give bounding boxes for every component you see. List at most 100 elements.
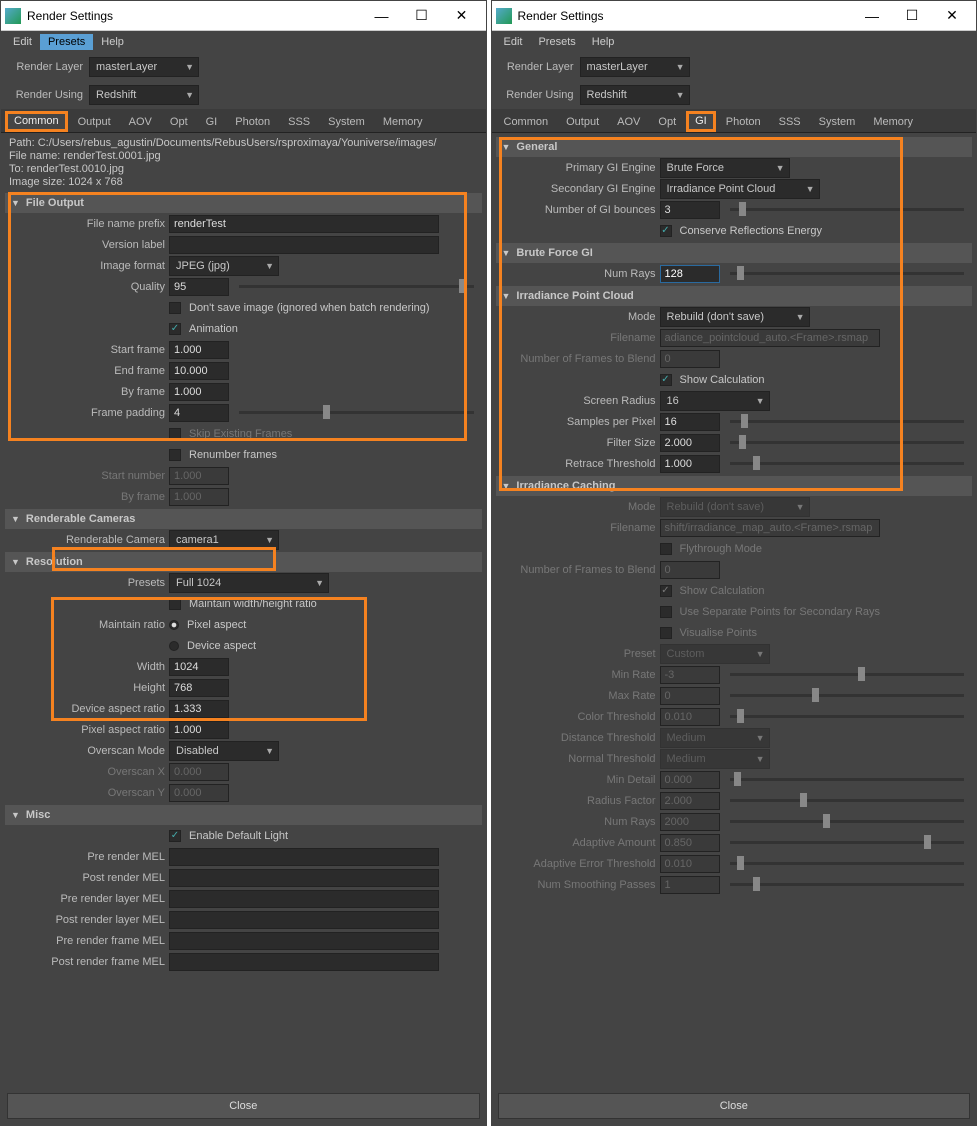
quality-slider[interactable] <box>239 285 474 288</box>
section-file-output[interactable]: ▼File Output <box>5 193 482 213</box>
maintain-ratio-checkbox[interactable] <box>169 598 181 610</box>
menu-help[interactable]: Help <box>584 34 623 50</box>
close-window-button[interactable]: ✕ <box>932 7 972 24</box>
tab-opt[interactable]: Opt <box>162 111 196 132</box>
primary-gi-dropdown[interactable]: Brute Force▼ <box>660 158 790 178</box>
post-render-mel-input[interactable] <box>169 869 439 887</box>
section-misc[interactable]: ▼Misc <box>5 805 482 825</box>
visualise-points-checkbox <box>660 627 672 639</box>
version-label-input[interactable] <box>169 236 439 254</box>
render-using-dropdown[interactable]: Redshift▼ <box>580 85 690 105</box>
num-rays-input[interactable] <box>660 265 720 283</box>
gi-bounces-input[interactable] <box>660 201 720 219</box>
disclosure-icon: ▼ <box>502 291 511 301</box>
tab-sss[interactable]: SSS <box>771 111 809 132</box>
tab-aov[interactable]: AOV <box>121 111 160 132</box>
section-resolution[interactable]: ▼Resolution <box>5 552 482 572</box>
conserve-reflections-checkbox[interactable] <box>660 225 672 237</box>
screen-radius-dropdown[interactable]: 16▼ <box>660 391 770 411</box>
tab-sss[interactable]: SSS <box>280 111 318 132</box>
height-input[interactable] <box>169 679 229 697</box>
pre-layer-mel-input[interactable] <box>169 890 439 908</box>
overscan-mode-dropdown[interactable]: Disabled▼ <box>169 741 279 761</box>
disclosure-icon: ▼ <box>502 142 511 152</box>
end-frame-input[interactable] <box>169 362 229 380</box>
menu-presets[interactable]: Presets <box>530 34 583 50</box>
maya-logo-icon <box>5 8 21 24</box>
dont-save-checkbox[interactable] <box>169 302 181 314</box>
close-button[interactable]: Close <box>7 1093 480 1119</box>
minimize-button[interactable]: — <box>852 8 892 24</box>
num-rays-slider[interactable] <box>730 272 965 275</box>
renumber-checkbox[interactable] <box>169 449 181 461</box>
tab-output[interactable]: Output <box>558 111 607 132</box>
image-format-label: Image format <box>7 260 165 272</box>
menu-presets[interactable]: Presets <box>40 34 93 50</box>
filter-size-input[interactable] <box>660 434 720 452</box>
menu-edit[interactable]: Edit <box>5 34 40 50</box>
tab-output[interactable]: Output <box>70 111 119 132</box>
tab-aov[interactable]: AOV <box>609 111 648 132</box>
tab-memory[interactable]: Memory <box>865 111 921 132</box>
render-layer-dropdown[interactable]: masterLayer▼ <box>89 57 199 77</box>
par-input[interactable] <box>169 721 229 739</box>
section-renderable-cameras[interactable]: ▼Renderable Cameras <box>5 509 482 529</box>
close-button[interactable]: Close <box>498 1093 971 1119</box>
filter-size-slider[interactable] <box>730 441 965 444</box>
resolution-presets-dropdown[interactable]: Full 1024▼ <box>169 573 329 593</box>
device-aspect-radio[interactable] <box>169 641 179 651</box>
filter-size-label: Filter Size <box>498 437 656 449</box>
frame-padding-slider[interactable] <box>239 411 474 414</box>
tab-gi[interactable]: GI <box>686 111 716 132</box>
tab-common[interactable]: Common <box>496 111 557 132</box>
ipc-mode-dropdown[interactable]: Rebuild (don't save)▼ <box>660 307 810 327</box>
menu-help[interactable]: Help <box>93 34 132 50</box>
tab-gi[interactable]: GI <box>198 111 226 132</box>
gi-bounces-slider[interactable] <box>730 208 965 211</box>
tab-memory[interactable]: Memory <box>375 111 431 132</box>
tab-photon[interactable]: Photon <box>718 111 769 132</box>
pre-render-mel-input[interactable] <box>169 848 439 866</box>
secondary-gi-dropdown[interactable]: Irradiance Point Cloud▼ <box>660 179 820 199</box>
pixel-aspect-radio[interactable] <box>169 620 179 630</box>
tab-system[interactable]: System <box>320 111 373 132</box>
tab-opt[interactable]: Opt <box>650 111 684 132</box>
menu-edit[interactable]: Edit <box>496 34 531 50</box>
frame-padding-input[interactable] <box>169 404 229 422</box>
primary-gi-label: Primary GI Engine <box>498 162 656 174</box>
retrace-threshold-input[interactable] <box>660 455 720 473</box>
maximize-button[interactable]: ☐ <box>892 7 932 24</box>
post-frame-mel-input[interactable] <box>169 953 439 971</box>
maximize-button[interactable]: ☐ <box>402 7 442 24</box>
minimize-button[interactable]: — <box>362 8 402 24</box>
render-layer-dropdown[interactable]: masterLayer▼ <box>580 57 690 77</box>
section-ipc[interactable]: ▼Irradiance Point Cloud <box>496 286 973 306</box>
animation-checkbox[interactable] <box>169 323 181 335</box>
chevron-down-icon: ▼ <box>676 62 685 72</box>
samples-pixel-input[interactable] <box>660 413 720 431</box>
enable-default-light-checkbox[interactable] <box>169 830 181 842</box>
width-input[interactable] <box>169 658 229 676</box>
dar-input[interactable] <box>169 700 229 718</box>
quality-input[interactable] <box>169 278 229 296</box>
ipc-show-calc-checkbox[interactable] <box>660 374 672 386</box>
retrace-threshold-label: Retrace Threshold <box>498 458 656 470</box>
section-general[interactable]: ▼General <box>496 137 973 157</box>
image-format-dropdown[interactable]: JPEG (jpg)▼ <box>169 256 279 276</box>
tab-photon[interactable]: Photon <box>227 111 278 132</box>
section-irradiance-caching[interactable]: ▼Irradiance Caching <box>496 476 973 496</box>
disclosure-icon: ▼ <box>11 810 20 820</box>
renderable-camera-dropdown[interactable]: camera1▼ <box>169 530 279 550</box>
post-layer-mel-input[interactable] <box>169 911 439 929</box>
pre-frame-mel-input[interactable] <box>169 932 439 950</box>
file-name-prefix-input[interactable] <box>169 215 439 233</box>
start-frame-input[interactable] <box>169 341 229 359</box>
render-using-dropdown[interactable]: Redshift▼ <box>89 85 199 105</box>
tab-common[interactable]: Common <box>5 111 68 132</box>
close-window-button[interactable]: ✕ <box>442 7 482 24</box>
tab-system[interactable]: System <box>811 111 864 132</box>
section-brute-force[interactable]: ▼Brute Force GI <box>496 243 973 263</box>
samples-pixel-slider[interactable] <box>730 420 965 423</box>
by-frame-input[interactable] <box>169 383 229 401</box>
retrace-threshold-slider[interactable] <box>730 462 965 465</box>
